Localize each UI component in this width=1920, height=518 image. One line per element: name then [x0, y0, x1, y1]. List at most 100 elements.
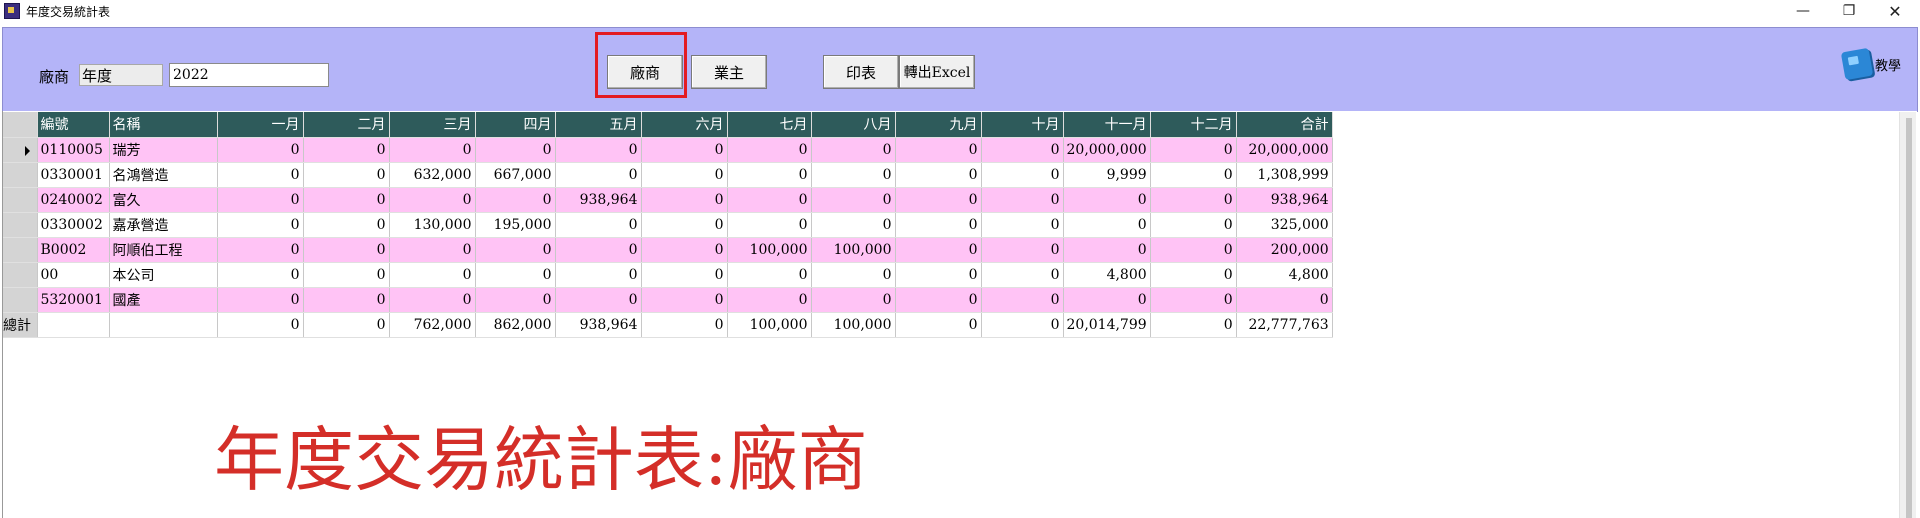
- column-header[interactable]: 名稱: [109, 112, 218, 138]
- cell-amount[interactable]: 20,000,000: [1236, 137, 1333, 163]
- cell-amount[interactable]: 0: [1150, 162, 1237, 188]
- column-header[interactable]: 合計: [1236, 112, 1333, 138]
- cell-amount[interactable]: 1,308,999: [1236, 162, 1333, 188]
- cell-code[interactable]: 0110005: [37, 137, 110, 163]
- cell-amount[interactable]: 4,800: [1236, 262, 1333, 288]
- table-row[interactable]: 0330002 嘉承營造 0 0 130,000 195,000 0 0 0 0 0 0 0 0 325,0…: [3, 212, 1333, 238]
- cell-amount[interactable]: 0: [475, 262, 556, 288]
- cell-amount[interactable]: 200,000: [1236, 237, 1333, 263]
- column-header[interactable]: 七月: [727, 112, 812, 138]
- cell-amount[interactable]: 0: [475, 187, 556, 213]
- column-header[interactable]: 二月: [303, 112, 390, 138]
- cell-amount[interactable]: 0: [475, 287, 556, 313]
- cell-name[interactable]: 阿順伯工程: [109, 237, 218, 263]
- cell-amount[interactable]: 0: [981, 187, 1064, 213]
- cell-amount[interactable]: 0: [555, 162, 642, 188]
- cell-amount[interactable]: 0: [1063, 287, 1151, 313]
- cell-code[interactable]: 0330002: [37, 212, 110, 238]
- cell-amount[interactable]: 0: [727, 287, 812, 313]
- cell-amount[interactable]: 667,000: [475, 162, 556, 188]
- cell-amount[interactable]: 938,964: [555, 187, 642, 213]
- cell-amount[interactable]: 0: [555, 287, 642, 313]
- row-selector[interactable]: [3, 187, 38, 213]
- cell-amount[interactable]: 0: [981, 237, 1064, 263]
- table-row[interactable]: 0110005 瑞芳 0 0 0 0 0 0 0 0 0 0 20,000,000 0 20,000,000: [3, 137, 1333, 163]
- cell-amount[interactable]: 0: [217, 212, 304, 238]
- print-button[interactable]: 印表: [823, 55, 899, 89]
- cell-amount[interactable]: 0: [217, 187, 304, 213]
- cell-amount[interactable]: 0: [389, 137, 476, 163]
- cell-amount[interactable]: 100,000: [727, 237, 812, 263]
- cell-amount[interactable]: 0: [217, 237, 304, 263]
- cell-amount[interactable]: 0: [811, 262, 896, 288]
- cell-amount[interactable]: 0: [727, 262, 812, 288]
- cell-amount[interactable]: 0: [641, 162, 728, 188]
- cell-amount[interactable]: 0: [1063, 187, 1151, 213]
- column-header[interactable]: 十月: [981, 112, 1064, 138]
- teach-button[interactable]: 教學: [1840, 47, 1901, 81]
- column-header[interactable]: 八月: [811, 112, 896, 138]
- year-input[interactable]: 2022: [169, 63, 329, 87]
- cell-amount[interactable]: 0: [1150, 212, 1237, 238]
- cell-amount[interactable]: 0: [555, 137, 642, 163]
- cell-amount[interactable]: 632,000: [389, 162, 476, 188]
- minimize-button[interactable]: —: [1780, 0, 1826, 22]
- cell-amount[interactable]: 0: [303, 262, 390, 288]
- cell-amount[interactable]: 0: [727, 212, 812, 238]
- cell-amount[interactable]: 0: [981, 162, 1064, 188]
- maximize-button[interactable]: ❐: [1826, 0, 1872, 22]
- cell-name[interactable]: 瑞芳: [109, 137, 218, 163]
- cell-name[interactable]: 國產: [109, 287, 218, 313]
- cell-amount[interactable]: 0: [303, 212, 390, 238]
- cell-amount[interactable]: 0: [389, 287, 476, 313]
- cell-amount[interactable]: 100,000: [811, 237, 896, 263]
- cell-amount[interactable]: 0: [475, 137, 556, 163]
- cell-amount[interactable]: 0: [811, 287, 896, 313]
- cell-amount[interactable]: 0: [1063, 212, 1151, 238]
- row-selector[interactable]: [3, 262, 38, 288]
- cell-amount[interactable]: 0: [811, 187, 896, 213]
- row-selector[interactable]: [3, 162, 38, 188]
- cell-amount[interactable]: 0: [727, 162, 812, 188]
- cell-amount[interactable]: 0: [1150, 187, 1237, 213]
- cell-amount[interactable]: 0: [303, 237, 390, 263]
- cell-amount[interactable]: 0: [981, 212, 1064, 238]
- column-header[interactable]: 十二月: [1150, 112, 1237, 138]
- cell-amount[interactable]: 4,800: [1063, 262, 1151, 288]
- cell-amount[interactable]: 0: [895, 187, 982, 213]
- cell-amount[interactable]: 0: [981, 287, 1064, 313]
- period-select[interactable]: 年度: [79, 64, 163, 86]
- table-row[interactable]: 0330001 名鴻營造 0 0 632,000 667,000 0 0 0 0 0 0 9,999 0 1…: [3, 162, 1333, 188]
- cell-amount[interactable]: 0: [811, 212, 896, 238]
- column-header[interactable]: 九月: [895, 112, 982, 138]
- cell-amount[interactable]: 195,000: [475, 212, 556, 238]
- cell-code[interactable]: B0002: [37, 237, 110, 263]
- scrollbar-thumb[interactable]: [1906, 118, 1912, 518]
- cell-name[interactable]: 富久: [109, 187, 218, 213]
- row-selector[interactable]: [3, 237, 38, 263]
- cell-amount[interactable]: 0: [217, 162, 304, 188]
- export-excel-button[interactable]: 轉出Excel: [899, 55, 975, 89]
- column-header[interactable]: 四月: [475, 112, 556, 138]
- cell-name[interactable]: 本公司: [109, 262, 218, 288]
- table-row[interactable]: 0240002 富久 0 0 0 0 938,964 0 0 0 0 0 0 0 938,964: [3, 187, 1333, 213]
- column-header[interactable]: 三月: [389, 112, 476, 138]
- cell-amount[interactable]: 0: [1150, 287, 1237, 313]
- row-selector[interactable]: [3, 137, 38, 163]
- cell-amount[interactable]: 0: [895, 287, 982, 313]
- cell-code[interactable]: 00: [37, 262, 110, 288]
- cell-amount[interactable]: 9,999: [1063, 162, 1151, 188]
- cell-amount[interactable]: 0: [895, 137, 982, 163]
- cell-amount[interactable]: 0: [1150, 262, 1237, 288]
- cell-amount[interactable]: 0: [811, 137, 896, 163]
- cell-amount[interactable]: 0: [1150, 237, 1237, 263]
- cell-code[interactable]: 0240002: [37, 187, 110, 213]
- cell-amount[interactable]: 0: [641, 212, 728, 238]
- cell-amount[interactable]: 0: [641, 137, 728, 163]
- column-header[interactable]: 一月: [217, 112, 304, 138]
- cell-amount[interactable]: 0: [641, 237, 728, 263]
- cell-amount[interactable]: 0: [217, 287, 304, 313]
- cell-code[interactable]: 0330001: [37, 162, 110, 188]
- cell-amount[interactable]: 0: [303, 162, 390, 188]
- cell-amount[interactable]: 0: [389, 237, 476, 263]
